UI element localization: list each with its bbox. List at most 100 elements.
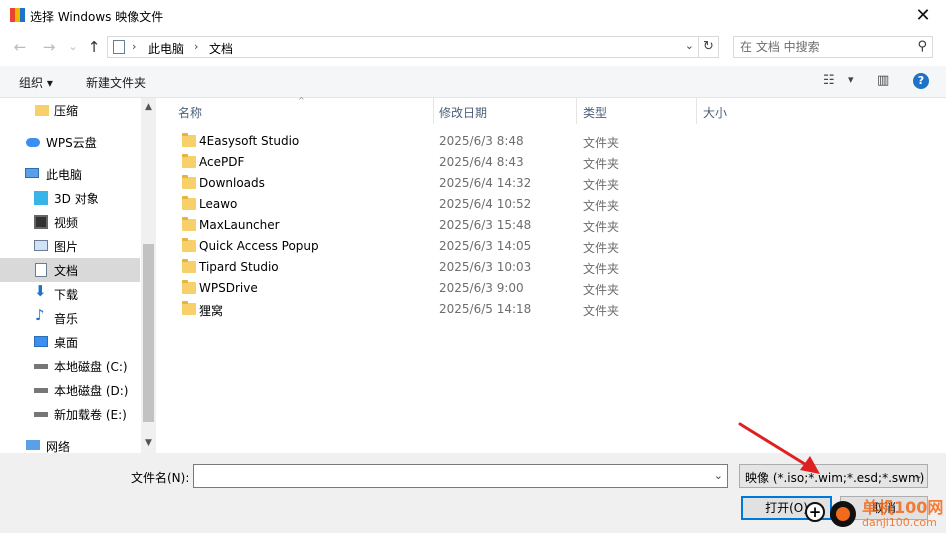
folder-icon	[182, 301, 196, 315]
column-divider[interactable]	[576, 98, 577, 124]
download-icon: ⬇	[34, 282, 47, 300]
new-folder-button[interactable]: 新建文件夹	[86, 74, 146, 91]
cursor-crosshair-icon: +	[805, 502, 825, 522]
scroll-down-icon[interactable]: ▼	[141, 438, 156, 448]
sidebar-item-music[interactable]: ♪ 音乐	[0, 306, 140, 330]
sidebar-item-downloads[interactable]: ⬇ 下载	[0, 282, 140, 306]
sidebar-item-desktop[interactable]: 桌面	[0, 330, 140, 354]
table-row[interactable]: Leawo 2025/6/4 10:52 文件夹	[174, 194, 874, 215]
column-header-size[interactable]: 大小	[703, 104, 727, 121]
address-bar[interactable]: › 此电脑 › 文档 ⌄	[107, 36, 699, 58]
sidebar-item-label: 音乐	[54, 312, 79, 326]
forward-arrow-icon[interactable]: →	[40, 38, 58, 56]
sidebar-item-label: 视频	[54, 216, 79, 230]
file-type: 文件夹	[583, 241, 620, 255]
file-name: Downloads	[199, 176, 265, 190]
column-divider[interactable]	[696, 98, 697, 124]
up-arrow-icon[interactable]: ↑	[85, 38, 103, 56]
sidebar-item-drive-e[interactable]: 新加载卷 (E:)	[0, 402, 140, 426]
file-type: 文件夹	[583, 283, 620, 297]
file-list: 名称 ^ 修改日期 类型 大小 4Easysoft Studio 2025/6/…	[160, 96, 946, 453]
file-name: MaxLauncher	[199, 218, 280, 232]
document-icon	[35, 263, 47, 277]
folder-icon	[182, 133, 196, 147]
table-row[interactable]: 狸窝 2025/6/5 14:18 文件夹	[174, 299, 874, 320]
sidebar-item-drive-c[interactable]: 本地磁盘 (C:)	[0, 354, 140, 378]
table-row[interactable]: Tipard Studio 2025/6/3 10:03 文件夹	[174, 257, 874, 278]
table-row[interactable]: 4Easysoft Studio 2025/6/3 8:48 文件夹	[174, 131, 874, 152]
search-box[interactable]: ⚲	[733, 36, 933, 58]
sidebar-item-label: 3D 对象	[54, 192, 99, 206]
window-title: 选择 Windows 映像文件	[30, 10, 164, 24]
sidebar-item-label: 网络	[46, 440, 71, 453]
file-type: 文件夹	[583, 136, 620, 150]
column-header-name[interactable]: 名称	[178, 104, 202, 121]
caret-down-icon: ▾	[46, 76, 53, 90]
table-row[interactable]: Quick Access Popup 2025/6/3 14:05 文件夹	[174, 236, 874, 257]
search-input[interactable]	[740, 39, 900, 55]
sidebar-item-label: 文档	[54, 264, 79, 278]
sidebar-item-compress[interactable]: 压缩	[0, 98, 140, 122]
sidebar-item-label: 图片	[54, 240, 79, 254]
search-icon[interactable]: ⚲	[917, 39, 927, 54]
filename-label: 文件名(N):	[131, 471, 190, 485]
chevron-down-icon[interactable]: ⌄	[914, 469, 923, 482]
computer-icon	[25, 168, 39, 178]
help-icon[interactable]: ?	[913, 73, 929, 89]
breadcrumb-documents[interactable]: 文档	[209, 40, 233, 57]
file-type: 文件夹	[583, 157, 620, 171]
table-row[interactable]: WPSDrive 2025/6/3 9:00 文件夹	[174, 278, 874, 299]
sidebar-scrollbar[interactable]: ▲ ▼	[141, 98, 156, 453]
drive-icon	[34, 388, 48, 393]
video-icon	[34, 215, 48, 229]
sidebar-item-network[interactable]: 网络	[0, 434, 140, 453]
sidebar-item-drive-d[interactable]: 本地磁盘 (D:)	[0, 378, 140, 402]
column-divider[interactable]	[433, 98, 434, 124]
recent-locations-icon[interactable]: ⌄	[64, 38, 82, 56]
file-type: 文件夹	[583, 220, 620, 234]
back-arrow-icon[interactable]: ←	[11, 38, 29, 56]
file-type: 文件夹	[583, 262, 620, 276]
file-name: WPSDrive	[199, 281, 258, 295]
sidebar-item-videos[interactable]: 视频	[0, 210, 140, 234]
chevron-down-icon[interactable]: ⌄	[714, 469, 723, 482]
toolbar: 组织 ▾ 新建文件夹 ☷ ▾ ▥	[0, 66, 946, 98]
folder-icon	[35, 105, 49, 116]
picture-icon	[34, 240, 48, 251]
preview-pane-icon[interactable]: ▥	[877, 73, 889, 88]
file-date: 2025/6/3 10:03	[439, 260, 532, 274]
breadcrumb-this-pc[interactable]: 此电脑	[148, 40, 184, 57]
folder-icon	[182, 217, 196, 231]
sidebar-item-wps-cloud[interactable]: WPS云盘	[0, 130, 140, 154]
sidebar-item-pictures[interactable]: 图片	[0, 234, 140, 258]
filename-input[interactable]	[197, 468, 697, 484]
file-type: 文件夹	[583, 178, 620, 192]
filename-combobox[interactable]: ⌄	[193, 464, 728, 488]
breadcrumb-separator: ›	[194, 40, 199, 53]
chevron-down-icon[interactable]: ⌄	[685, 39, 694, 52]
table-row[interactable]: AcePDF 2025/6/4 8:43 文件夹	[174, 152, 874, 173]
column-header-type[interactable]: 类型	[583, 104, 607, 121]
scrollbar-thumb[interactable]	[143, 244, 154, 422]
sidebar-item-this-pc[interactable]: 此电脑	[0, 162, 140, 186]
sidebar-item-3d-objects[interactable]: 3D 对象	[0, 186, 140, 210]
view-dropdown-icon[interactable]: ▾	[848, 73, 854, 86]
drive-icon	[34, 412, 48, 417]
close-button[interactable]: ✕	[900, 0, 946, 31]
scroll-up-icon[interactable]: ▲	[141, 102, 156, 112]
file-name: Tipard Studio	[199, 260, 279, 274]
column-header-date[interactable]: 修改日期	[439, 104, 487, 121]
file-name: 4Easysoft Studio	[199, 134, 300, 148]
folder-icon	[182, 259, 196, 273]
refresh-button[interactable]: ↻	[699, 36, 719, 58]
file-date: 2025/6/4 8:43	[439, 155, 524, 169]
desktop-icon	[34, 336, 48, 347]
view-options-icon[interactable]: ☷	[823, 73, 835, 88]
sidebar-item-label: 本地磁盘 (D:)	[54, 384, 129, 398]
network-icon	[26, 440, 40, 450]
organize-button[interactable]: 组织 ▾	[19, 74, 53, 91]
table-row[interactable]: MaxLauncher 2025/6/3 15:48 文件夹	[174, 215, 874, 236]
table-row[interactable]: Downloads 2025/6/4 14:32 文件夹	[174, 173, 874, 194]
sidebar-item-label: 压缩	[54, 104, 79, 118]
sidebar-item-documents[interactable]: 文档	[0, 258, 140, 282]
